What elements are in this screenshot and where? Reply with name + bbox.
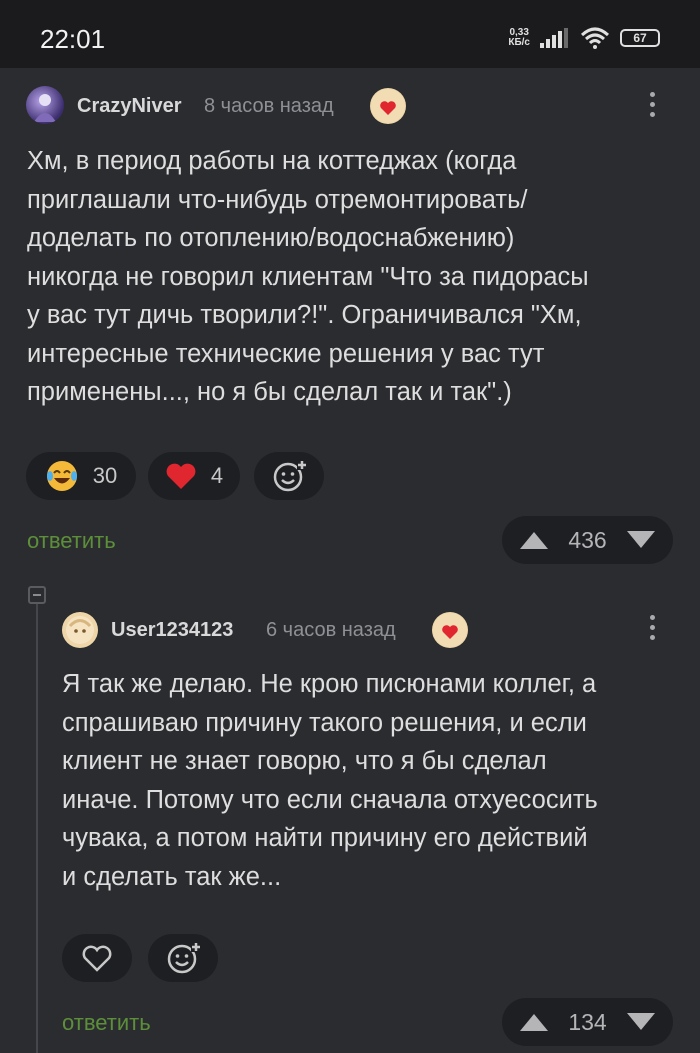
downvote-icon[interactable] xyxy=(625,1011,657,1033)
reply-link[interactable]: ответить xyxy=(62,1010,151,1036)
avatar[interactable] xyxy=(62,612,98,648)
add-reaction-button[interactable] xyxy=(148,934,218,982)
add-emoji-icon xyxy=(167,942,201,974)
status-icons: 0,33 КБ/с 67 xyxy=(508,26,660,50)
upvote-icon[interactable] xyxy=(518,529,550,551)
status-time: 22:01 xyxy=(40,24,106,54)
signal-icon xyxy=(540,28,568,48)
more-options-icon[interactable] xyxy=(642,610,662,650)
like-button[interactable] xyxy=(62,934,132,982)
reaction-count: 30 xyxy=(92,463,118,488)
avatar[interactable] xyxy=(26,86,64,124)
heart-icon xyxy=(166,463,196,489)
rating-control: 134 xyxy=(502,998,673,1046)
award-badge-icon[interactable] xyxy=(432,612,468,648)
collapse-thread-button[interactable] xyxy=(28,586,46,604)
rating-value: 134 xyxy=(568,1008,607,1035)
more-options-icon[interactable] xyxy=(642,87,662,127)
reaction-heart[interactable]: 4 xyxy=(148,452,240,500)
network-speed: 0,33 КБ/с xyxy=(508,27,530,48)
heart-outline-icon xyxy=(82,945,112,972)
reaction-count: 4 xyxy=(210,463,224,488)
wifi-icon xyxy=(580,27,610,49)
reply-link[interactable]: ответить xyxy=(27,528,116,554)
avatar-face-icon xyxy=(66,616,94,644)
rating-value: 436 xyxy=(568,526,607,553)
status-bar: 22:01 0,33 КБ/с 67 xyxy=(0,0,700,68)
comment-time: 6 часов назад xyxy=(266,619,396,641)
comment-text: Я так же делаю. Не крою писюнами коллег,… xyxy=(62,670,598,891)
thread-line xyxy=(36,598,38,1053)
downvote-icon[interactable] xyxy=(625,529,657,551)
add-reaction-button[interactable] xyxy=(254,452,324,500)
add-emoji-icon xyxy=(273,460,307,492)
award-badge-icon[interactable] xyxy=(370,88,406,124)
laughing-emoji-icon xyxy=(46,461,77,491)
rating-control: 436 xyxy=(502,516,673,564)
upvote-icon[interactable] xyxy=(518,1011,550,1033)
comment-time: 8 часов назад xyxy=(204,95,334,117)
reaction-laughing[interactable]: 30 xyxy=(26,452,136,500)
author-name[interactable]: CrazyNiver xyxy=(77,95,182,118)
battery-indicator: 67 xyxy=(620,29,660,47)
avatar-figure-icon xyxy=(34,94,56,122)
comment-text: Хм, в период работы на коттеджах (когда … xyxy=(27,147,589,406)
author-name[interactable]: User1234123 xyxy=(111,619,233,642)
